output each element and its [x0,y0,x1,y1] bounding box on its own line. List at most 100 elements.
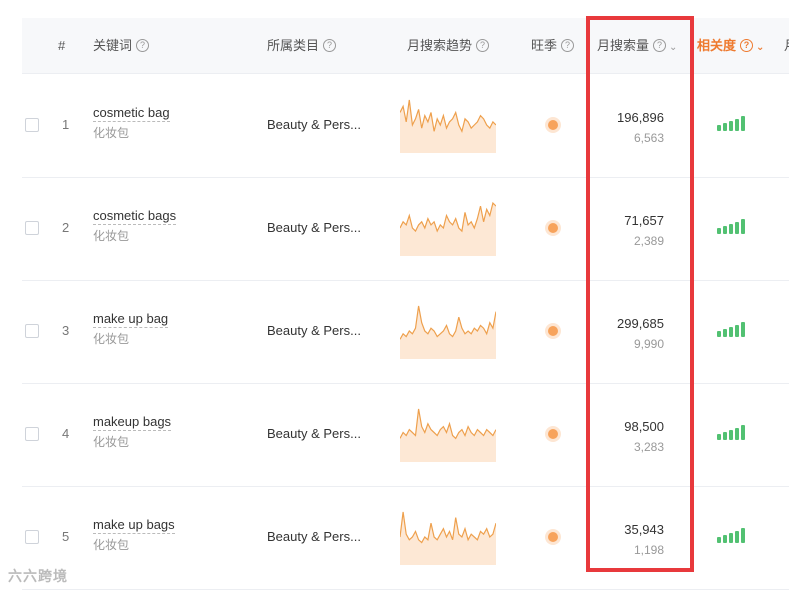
season-dot-icon [548,429,558,439]
row-checkbox[interactable] [25,530,39,544]
keyword-link[interactable]: make up bags [93,517,175,534]
relevance-bar [717,434,721,440]
relevance-bar [729,224,733,234]
sort-chevron-icon[interactable]: ⌄ [756,42,764,53]
trend-area [400,306,496,359]
relevance-bars-icon [717,425,747,440]
keyword-link[interactable]: make up bag [93,311,169,328]
row-rank: 2 [62,220,70,235]
category-text: Beauty & Pers... [267,323,361,338]
keyword-link[interactable]: cosmetic bag [93,105,170,122]
header-relevance-label: 相关度 [697,38,737,53]
category-text: Beauty & Pers... [267,117,361,132]
monthly-volume: 98,500 [624,419,664,434]
table-row[interactable]: 5 make up bags 化妆包 Beauty & Pers... 35,9… [22,486,789,590]
table-row[interactable]: 4 makeup bags 化妆包 Beauty & Pers... 98,50… [22,383,789,487]
header-keyword-label: 关键词 [93,38,133,53]
monthly-volume: 35,943 [624,522,664,537]
row-checkbox[interactable] [25,118,39,132]
header-trend[interactable]: 月搜索趋势? [407,18,490,73]
header-season[interactable]: 旺季? [531,18,575,73]
relevance-bar [735,531,739,543]
trend-sparkline[interactable] [400,509,496,565]
category-text: Beauty & Pers... [267,220,361,235]
relevance-bar [717,331,721,337]
row-checkbox[interactable] [25,324,39,338]
header-category[interactable]: 所属类目? [267,18,337,73]
relevance-bar [735,325,739,337]
help-icon[interactable]: ? [476,39,490,53]
relevance-bar [741,528,745,543]
header-relevance[interactable]: 相关度? ⌄ [697,18,764,73]
keyword-translation: 化妆包 [93,126,130,140]
trend-sparkline[interactable] [400,406,496,462]
relevance-bar [741,322,745,337]
row-checkbox[interactable] [25,427,39,441]
keyword-cell: makeup bags 化妆包 [93,414,172,450]
keyword-table: # 关键词? 所属类目? 月搜索趋势? 旺季? 月搜索量?⌄ 相关度?⌄ 月 1… [22,18,789,590]
help-icon[interactable]: ? [136,39,150,53]
relevance-bars-icon [717,528,747,543]
header-trend-label: 月搜索趋势 [407,38,473,53]
header-volume-label: 月搜索量 [597,38,650,53]
relevance-bar [741,425,745,440]
help-icon[interactable]: ? [561,39,575,53]
relevance-bar [723,329,727,337]
relevance-bar [741,219,745,234]
header-keyword[interactable]: 关键词? [93,18,150,73]
keyword-translation: 化妆包 [93,229,130,243]
relevance-bar [729,430,733,440]
keyword-link[interactable]: makeup bags [93,414,172,431]
volume-cell: 98,500 3,283 [584,419,664,454]
header-category-label: 所属类目 [267,38,320,53]
watermark: 六六跨境 [8,568,68,584]
help-icon[interactable]: ? [323,39,337,53]
header-rank: # [58,38,66,53]
sub-volume: 6,563 [633,131,664,145]
relevance-bar [723,535,727,543]
relevance-bar [735,428,739,440]
trend-sparkline[interactable] [400,97,496,153]
relevance-bar [717,228,721,234]
table-row[interactable]: 1 cosmetic bag 化妆包 Beauty & Pers... 196,… [22,74,789,178]
sort-chevron-icon[interactable]: ⌄ [669,42,677,53]
table-row[interactable]: 3 make up bag 化妆包 Beauty & Pers... 299,6… [22,280,789,384]
help-icon[interactable]: ? [740,39,754,53]
keyword-cell: cosmetic bags 化妆包 [93,208,177,244]
category-text: Beauty & Pers... [267,426,361,441]
relevance-bar [729,121,733,131]
row-checkbox[interactable] [25,221,39,235]
season-dot-icon [548,223,558,233]
relevance-bar [717,537,721,543]
header-volume[interactable]: 月搜索量? ⌄ [597,18,677,73]
relevance-bar [717,125,721,131]
sub-volume: 3,283 [633,440,664,454]
sub-volume: 9,990 [633,337,664,351]
help-icon[interactable]: ? [653,39,667,53]
trend-sparkline[interactable] [400,200,496,256]
row-rank: 5 [62,529,70,544]
sub-volume: 1,198 [633,543,664,557]
relevance-bars-icon [717,219,747,234]
trend-sparkline[interactable] [400,303,496,359]
table-header: # 关键词? 所属类目? 月搜索趋势? 旺季? 月搜索量?⌄ 相关度?⌄ 月 [22,18,789,74]
header-more: 月 [784,18,789,73]
relevance-bar [723,226,727,234]
monthly-volume: 196,896 [617,110,664,125]
volume-cell: 71,657 2,389 [584,213,664,248]
keyword-cell: make up bags 化妆包 [93,517,175,553]
keyword-translation: 化妆包 [93,538,130,552]
keyword-link[interactable]: cosmetic bags [93,208,177,225]
relevance-bar [741,116,745,131]
table-row[interactable]: 2 cosmetic bags 化妆包 Beauty & Pers... 71,… [22,177,789,281]
header-season-label: 旺季 [531,38,558,53]
keyword-translation: 化妆包 [93,435,130,449]
season-dot-icon [548,532,558,542]
volume-cell: 35,943 1,198 [584,522,664,557]
relevance-bar [729,327,733,337]
relevance-bar [723,432,727,440]
relevance-bar [723,123,727,131]
trend-area [400,512,496,565]
row-rank: 3 [62,323,70,338]
relevance-bars-icon [717,116,747,131]
